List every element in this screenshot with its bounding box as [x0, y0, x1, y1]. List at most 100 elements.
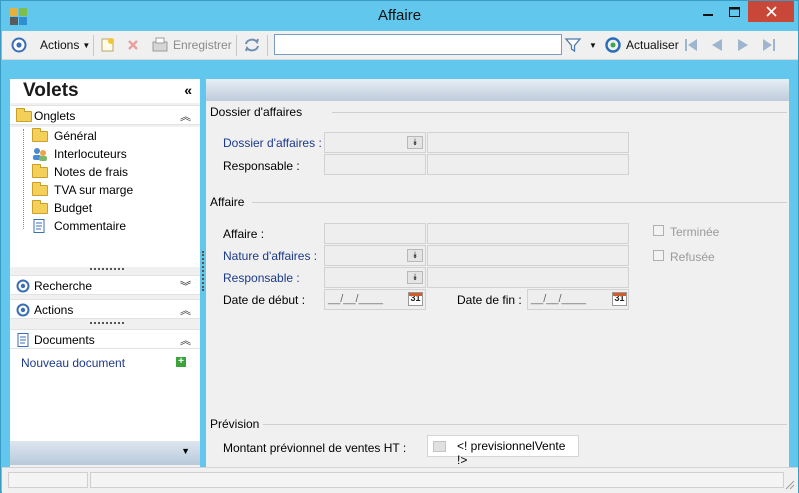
sync-icon — [245, 38, 259, 52]
actions-menu-label: Actions — [40, 38, 80, 52]
target-icon — [16, 279, 30, 293]
tab-general[interactable]: Général — [32, 127, 97, 145]
refresh-icon — [605, 37, 621, 53]
refresh-label: Actualiser — [626, 38, 679, 52]
terminee-label: Terminée — [670, 225, 720, 239]
tab-label: Interlocuteurs — [54, 147, 127, 161]
form-header-bar — [206, 79, 789, 101]
refusee-checkbox[interactable] — [653, 250, 664, 261]
folder-icon — [32, 128, 48, 143]
recherche-label: Recherche — [34, 279, 93, 293]
folder-icon — [32, 182, 48, 197]
affaire-label: Affaire : — [223, 227, 265, 241]
splitter-grip[interactable] — [90, 268, 124, 270]
montant-label: Montant prévionnel de ventes HT : — [223, 441, 407, 455]
collapse-panel-icon[interactable]: « — [184, 82, 192, 98]
refusee-label: Refusée — [670, 250, 715, 264]
last-record-icon[interactable] — [761, 37, 777, 53]
close-icon — [765, 6, 777, 17]
tab-budget[interactable]: Budget — [32, 199, 92, 217]
calendar-icon[interactable]: 31 — [612, 292, 627, 306]
dossier-responsable-name-field — [427, 154, 629, 175]
chevron-down-icon[interactable]: ⯯ — [407, 249, 423, 262]
affaire-name-field[interactable] — [427, 223, 629, 244]
sync-button[interactable] — [243, 35, 261, 55]
date-fin-value: __/__/____ — [531, 293, 587, 305]
previous-record-icon[interactable] — [709, 37, 725, 53]
save-icon — [152, 37, 168, 52]
close-button[interactable] — [748, 1, 794, 22]
splitter-grip[interactable] — [90, 322, 124, 324]
prevision-section-title: Prévision — [210, 417, 260, 431]
volets-header: Volets « — [10, 79, 200, 103]
tab-label: Commentaire — [54, 219, 127, 233]
tab-label: TVA sur marge — [54, 183, 134, 197]
chevron-down-icon[interactable]: ⯯ — [407, 136, 423, 149]
chevron-up-icon: ︽ — [180, 111, 191, 123]
save-button[interactable]: Enregistrer — [152, 35, 232, 55]
recherche-header[interactable]: Recherche ︾ — [10, 275, 200, 295]
montant-field[interactable]: <! previsionnelVente !> — [427, 435, 579, 467]
tab-commentaire[interactable]: Commentaire — [32, 217, 126, 235]
filter-button[interactable] — [564, 35, 582, 55]
search-input[interactable] — [274, 34, 562, 55]
refresh-button[interactable]: Actualiser — [604, 35, 679, 55]
folder-icon — [32, 164, 48, 179]
documents-header[interactable]: Documents ︽ — [10, 329, 200, 349]
actions-label: Actions — [34, 303, 74, 317]
first-record-icon[interactable] — [683, 37, 699, 53]
resize-grip-icon[interactable] — [785, 480, 795, 490]
onglets-header[interactable]: Onglets ︽ — [10, 105, 200, 125]
documents-label: Documents — [34, 333, 95, 347]
target-icon — [16, 303, 30, 317]
new-record-icon — [101, 38, 114, 52]
delete-button[interactable] — [126, 35, 140, 55]
minimize-button[interactable] — [694, 1, 721, 22]
actions-menu-button[interactable]: Actions ▼ — [40, 35, 90, 55]
people-icon — [32, 147, 48, 161]
tab-label: Général — [54, 129, 97, 143]
tab-label: Budget — [54, 201, 93, 215]
title-bar[interactable]: Affaire — [1, 1, 798, 31]
affaire-code-field[interactable] — [324, 223, 426, 244]
actions-target-icon[interactable] — [11, 35, 27, 55]
onglets-tree: Général Interlocuteurs Notes de frais TV… — [10, 127, 200, 267]
tab-interlocuteurs[interactable]: Interlocuteurs — [32, 145, 127, 163]
document-icon — [17, 333, 29, 347]
calendar-icon[interactable]: 31 — [408, 292, 423, 306]
volets-title: Volets — [23, 80, 79, 101]
affaire-responsable-name-field — [427, 267, 629, 288]
document-icon — [32, 219, 48, 233]
panel-splitter[interactable] — [202, 251, 204, 291]
dossier-responsable-label: Responsable : — [223, 159, 300, 173]
minimize-icon — [702, 13, 713, 16]
status-cell — [90, 472, 784, 488]
tab-tva-sur-marge[interactable]: TVA sur marge — [32, 181, 133, 199]
date-fin-label: Date de fin : — [457, 293, 522, 307]
nature-label[interactable]: Nature d'affaires : — [223, 249, 317, 263]
volets-bottom-bar[interactable]: ▼ — [10, 441, 200, 465]
new-document-link[interactable]: Nouveau document — [21, 356, 125, 370]
form-panel: Dossier d'affaires Dossier d'affaires : … — [206, 79, 789, 467]
maximize-button[interactable] — [721, 1, 748, 22]
next-record-icon[interactable] — [735, 37, 751, 53]
save-label: Enregistrer — [173, 38, 232, 52]
montant-value: <! previsionnelVente !> — [457, 439, 566, 467]
dossier-label[interactable]: Dossier d'affaires : — [223, 136, 322, 150]
maximize-icon — [729, 6, 740, 17]
folder-icon — [32, 200, 48, 215]
section-divider — [252, 202, 787, 203]
status-bar — [2, 467, 798, 493]
chevron-down-icon: ︾ — [180, 281, 191, 293]
chevron-down-icon[interactable]: ⯯ — [407, 271, 423, 284]
new-record-button[interactable] — [100, 35, 116, 55]
terminee-checkbox[interactable] — [653, 225, 664, 236]
actions-header[interactable]: Actions ︽ — [10, 299, 200, 319]
chevron-up-icon: ︽ — [180, 305, 191, 317]
add-document-icon[interactable]: + — [176, 357, 186, 367]
tab-notes-de-frais[interactable]: Notes de frais — [32, 163, 128, 181]
affaire-responsable-label[interactable]: Responsable : — [223, 271, 300, 285]
filter-dropdown-button[interactable]: ▼ — [589, 35, 597, 55]
window-title: Affaire — [377, 7, 422, 24]
toolbar-separator — [93, 35, 94, 56]
